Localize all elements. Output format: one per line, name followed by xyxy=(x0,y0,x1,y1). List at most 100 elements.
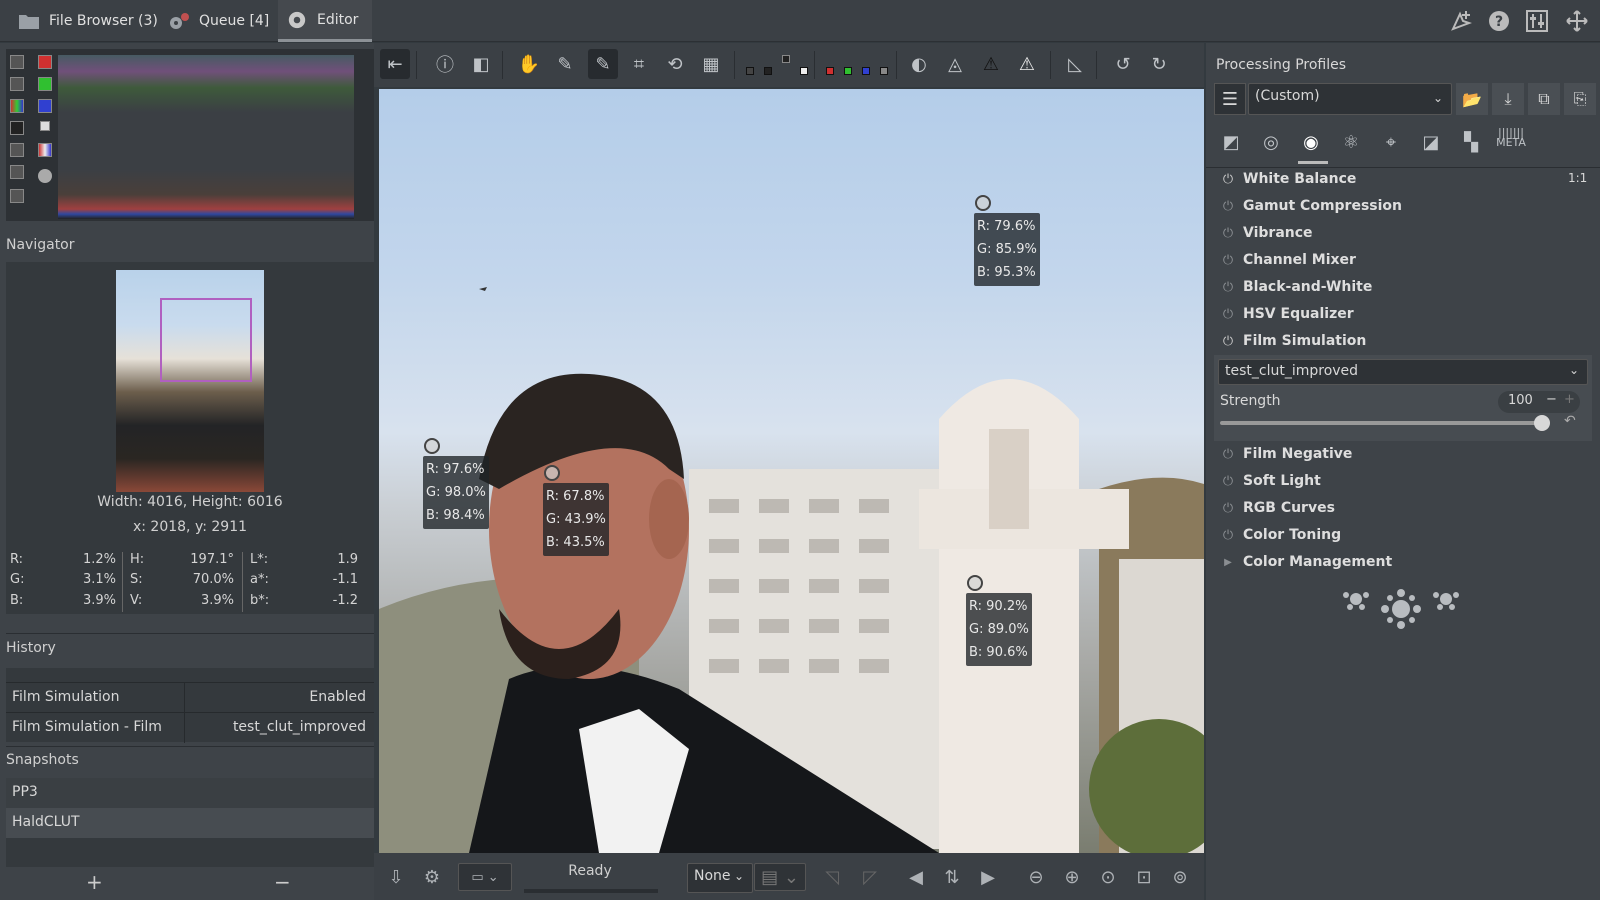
history-row[interactable]: Film Simulation Enabled xyxy=(6,682,374,713)
hide-left-panel-button[interactable]: ⇤ xyxy=(380,49,410,79)
blue-channel-toggle[interactable] xyxy=(38,99,52,113)
scope-raw-icon[interactable] xyxy=(10,189,24,203)
preview-bg-white-icon[interactable] xyxy=(800,67,808,75)
reset-icon[interactable]: ↶ xyxy=(1564,413,1576,429)
module-hsv-equalizer[interactable]: ⏻ HSV Equalizer xyxy=(1221,306,1354,322)
preview-luminance-icon[interactable] xyxy=(880,67,888,75)
rgb-view-icon[interactable] xyxy=(10,99,24,113)
snapshot-row[interactable]: PP3 xyxy=(6,778,374,808)
module-white-balance[interactable]: ⏻ White Balance xyxy=(1221,171,1357,187)
open-profile-icon[interactable]: 📂 xyxy=(1456,83,1488,115)
strength-spinbox[interactable]: 100 − + xyxy=(1498,391,1580,413)
power-icon[interactable]: ⏻ xyxy=(1221,334,1235,349)
rotate-left-icon[interactable]: ↺ xyxy=(1108,49,1138,79)
module-film-simulation[interactable]: ⏻ Film Simulation xyxy=(1221,333,1367,349)
before-after-icon[interactable]: ◧ xyxy=(466,49,496,79)
tab-file-browser[interactable]: File Browser (3) xyxy=(12,0,164,42)
exposure-tab-icon[interactable]: ◩ xyxy=(1216,127,1246,157)
detail-tab-icon[interactable]: ◎ xyxy=(1256,127,1286,157)
profile-list-icon[interactable]: ☰ xyxy=(1214,83,1246,115)
info-icon[interactable]: ⓘ xyxy=(430,49,460,79)
power-icon[interactable]: ⏻ xyxy=(1221,307,1235,322)
histogram-matching-icon[interactable]: ◺ xyxy=(1060,49,1090,79)
navigator-viewport-rect[interactable] xyxy=(160,298,252,382)
preview-bg-dark-icon[interactable] xyxy=(764,67,772,75)
preview-bg-black-icon[interactable] xyxy=(746,67,754,75)
zoom-fit-crop-icon[interactable]: ⊡ xyxy=(1132,863,1156,891)
module-color-management[interactable]: ▶ Color Management xyxy=(1221,554,1392,570)
fullscreen-icon[interactable] xyxy=(1566,10,1588,32)
zoom-in-icon[interactable]: ⊕ xyxy=(1060,863,1084,891)
preview-green-icon[interactable] xyxy=(844,67,852,75)
module-black-and-white[interactable]: ⏻ Black-and-White xyxy=(1221,279,1373,295)
crop-icon[interactable]: ⌗ xyxy=(624,49,654,79)
picker-handle[interactable] xyxy=(975,195,991,211)
output-profile-select[interactable]: None ⌄ xyxy=(687,863,753,893)
history-row[interactable]: Film Simulation - Film test_clut_improve… xyxy=(6,712,374,743)
power-icon[interactable]: ⏻ xyxy=(1221,253,1235,268)
strength-slider-knob[interactable] xyxy=(1534,415,1550,431)
add-snapshot-button[interactable]: + xyxy=(86,870,103,894)
highlight-clip-warning-icon[interactable]: ⚠ xyxy=(1012,49,1042,79)
picker-handle[interactable] xyxy=(424,438,440,454)
external-editor-dropdown[interactable]: ▭ ⌄ xyxy=(458,863,512,891)
straighten-icon[interactable]: ⟲ xyxy=(660,49,690,79)
false-color-icon[interactable]: ◬ xyxy=(940,49,970,79)
picker-handle[interactable] xyxy=(967,575,983,591)
hand-tool-icon[interactable]: ✋ xyxy=(514,49,544,79)
histogram-type-icon[interactable] xyxy=(10,77,24,91)
focus-mask-icon[interactable]: ◐ xyxy=(904,49,934,79)
module-soft-light[interactable]: ⏻ Soft Light xyxy=(1221,473,1321,489)
previous-image-icon[interactable]: ◀ xyxy=(904,863,928,891)
power-icon[interactable]: ⏻ xyxy=(1221,447,1235,462)
tab-queue[interactable]: Queue [4] xyxy=(162,0,275,42)
color-tab-icon[interactable]: ◉ xyxy=(1296,127,1326,157)
soft-proof-icon[interactable]: ◹ xyxy=(820,863,844,891)
scope-hs-icon[interactable] xyxy=(10,165,24,179)
increment-button[interactable]: + xyxy=(1564,392,1575,407)
luminance-toggle[interactable] xyxy=(40,121,50,131)
histogram-mode-icon[interactable] xyxy=(10,55,24,69)
shadow-clip-warning-icon[interactable]: ⚠ xyxy=(976,49,1006,79)
preview-blue-icon[interactable] xyxy=(862,67,870,75)
power-icon[interactable]: ⏻ xyxy=(1221,474,1235,489)
preview-bg-toggle-icon[interactable] xyxy=(782,55,790,63)
save-profile-icon[interactable]: ⤓ xyxy=(1492,83,1524,115)
module-rgb-curves[interactable]: ⏻ RGB Curves xyxy=(1221,500,1335,516)
expand-arrow-icon[interactable]: ▶ xyxy=(1221,557,1235,568)
raw-tab-icon[interactable]: ◪ xyxy=(1416,127,1446,157)
module-gamut-compression[interactable]: ⏻ Gamut Compression xyxy=(1221,198,1402,214)
power-icon[interactable]: ⏻ xyxy=(1221,226,1235,241)
decrement-button[interactable]: − xyxy=(1546,392,1557,407)
power-icon[interactable]: ⏻ xyxy=(1221,172,1235,187)
queue-settings-icon[interactable]: ⚙ xyxy=(418,863,446,891)
clut-select[interactable]: test_clut_improved ⌄ xyxy=(1218,359,1588,385)
transform-tab-icon[interactable]: ⌖ xyxy=(1376,127,1406,157)
new-window-icon[interactable] xyxy=(1450,10,1472,32)
module-vibrance[interactable]: ⏻ Vibrance xyxy=(1221,225,1313,241)
save-image-icon[interactable]: ⇩ xyxy=(382,863,410,891)
rotate-right-icon[interactable]: ↻ xyxy=(1144,49,1174,79)
power-icon[interactable]: ⏻ xyxy=(1221,501,1235,516)
next-image-icon[interactable]: ▶ xyxy=(976,863,1000,891)
metadata-tab-icon[interactable]: ||||||| META xyxy=(1496,123,1526,153)
module-color-toning[interactable]: ⏻ Color Toning xyxy=(1221,527,1341,543)
zoom-100-icon[interactable]: ⊚ xyxy=(1168,863,1192,891)
locallab-tab-icon[interactable]: ▚ xyxy=(1456,127,1486,157)
preferences-icon[interactable] xyxy=(1526,10,1548,32)
preview-red-icon[interactable] xyxy=(826,67,834,75)
module-film-negative[interactable]: ⏻ Film Negative xyxy=(1221,446,1353,462)
photo-canvas[interactable]: R: 79.6% G: 85.9% B: 95.3% R: 97.6% G: 9… xyxy=(379,89,1204,853)
intent-dropdown[interactable]: ▤ ⌄ xyxy=(754,863,806,891)
profile-select[interactable]: (Custom) ⌄ xyxy=(1248,83,1452,115)
help-icon[interactable]: ? xyxy=(1488,10,1510,32)
strength-slider-track[interactable] xyxy=(1220,421,1542,425)
green-channel-toggle[interactable] xyxy=(38,77,52,91)
navigator-thumbnail[interactable] xyxy=(116,270,264,492)
waveform-icon[interactable] xyxy=(10,121,24,135)
picker-handle[interactable] xyxy=(544,465,560,481)
red-channel-toggle[interactable] xyxy=(38,55,52,69)
remove-snapshot-button[interactable]: − xyxy=(274,870,291,894)
module-channel-mixer[interactable]: ⏻ Channel Mixer xyxy=(1221,252,1356,268)
advanced-tab-icon[interactable]: ⚛ xyxy=(1336,127,1366,157)
